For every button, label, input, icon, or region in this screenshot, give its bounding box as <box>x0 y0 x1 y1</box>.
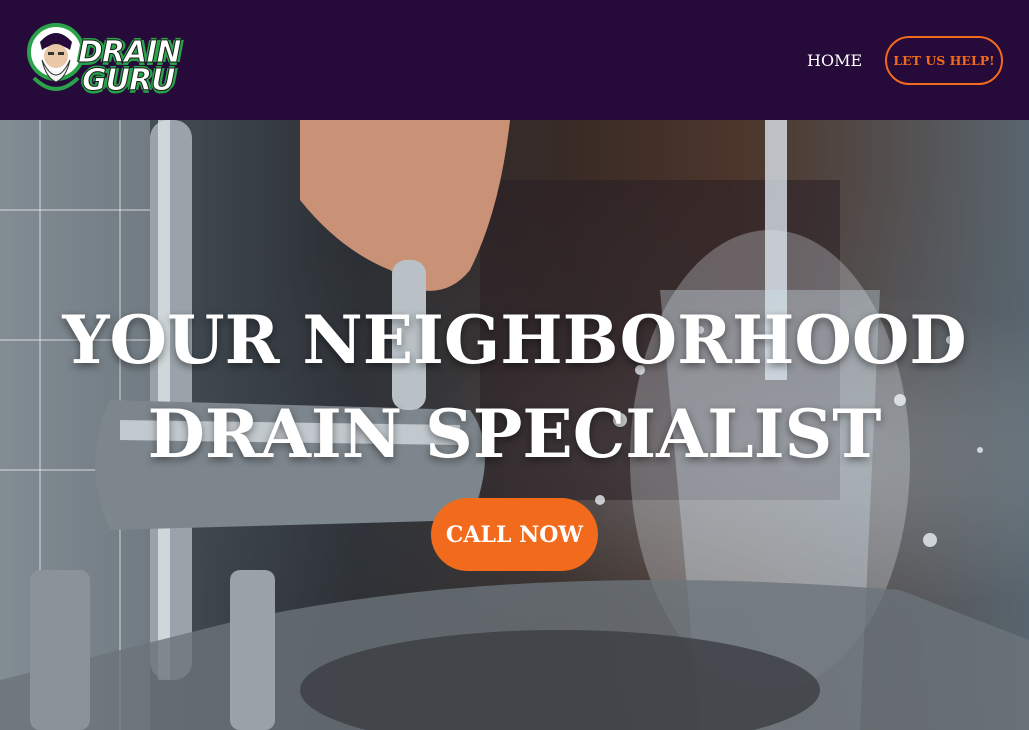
hero-headline-line2: DRAIN SPECIALIST <box>147 395 882 473</box>
hero-headline: YOUR NEIGHBORHOOD DRAIN SPECIALIST <box>0 293 1029 481</box>
site-header: DRAIN GURU HOME LET US HELP! <box>0 0 1029 120</box>
hero-headline-line1: YOUR NEIGHBORHOOD <box>62 301 967 379</box>
guru-mascot-icon <box>27 23 85 91</box>
drain-guru-logo[interactable]: DRAIN GURU <box>26 20 234 100</box>
call-now-button[interactable]: CALL NOW <box>431 498 598 571</box>
hero-section: YOUR NEIGHBORHOOD DRAIN SPECIALIST CALL … <box>0 120 1029 730</box>
logo-wordmark-line2: GURU <box>81 63 175 98</box>
let-us-help-button[interactable]: LET US HELP! <box>885 36 1003 85</box>
nav-home-link[interactable]: HOME <box>807 51 862 70</box>
page: DRAIN GURU HOME LET US HELP! YOUR NEIGHB… <box>0 0 1029 730</box>
